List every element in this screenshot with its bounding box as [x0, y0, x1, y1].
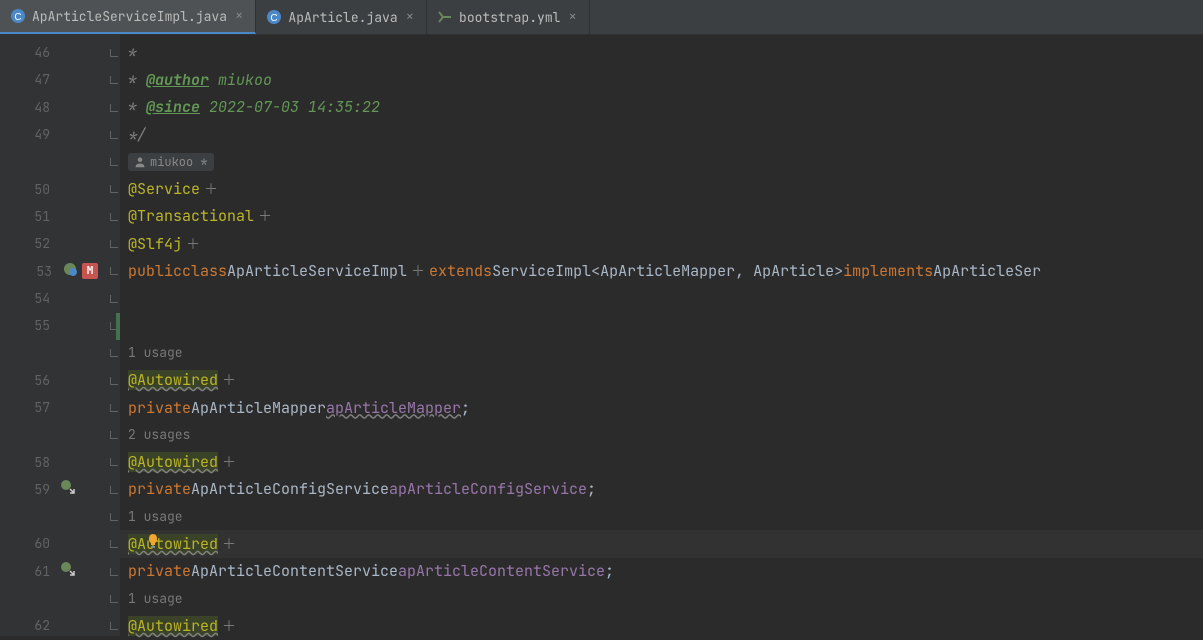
bean-icon[interactable]	[62, 261, 78, 282]
type: ApArticleContentService	[191, 561, 398, 581]
svg-text:C: C	[14, 12, 21, 23]
line-number: 57	[28, 399, 50, 416]
code-text: ;	[587, 479, 596, 499]
usage-hint[interactable]: 1 usage	[128, 344, 183, 361]
annotation: @Autowired	[128, 452, 218, 472]
javadoc-tag: @author	[146, 70, 209, 90]
annotation: @Transactional	[128, 206, 254, 226]
inlay-plus-icon[interactable]: ＋	[218, 452, 240, 472]
code-text: */	[128, 125, 146, 145]
code-text: ;	[461, 398, 470, 418]
line-number: 62	[28, 617, 50, 634]
code-text: *	[128, 43, 137, 63]
inlay-plus-icon[interactable]: ＋	[200, 179, 222, 199]
keyword: extends	[429, 261, 492, 281]
line-number: 60	[28, 535, 50, 552]
code-text: 2022-07-03 14:35:22	[200, 97, 380, 117]
annotation: @Autowired	[128, 534, 218, 554]
line-number: 49	[28, 126, 50, 143]
annotation: @Slf4j	[128, 234, 182, 254]
svg-text:C: C	[271, 13, 278, 24]
line-number: 47	[28, 71, 50, 88]
keyword: private	[128, 561, 191, 581]
java-class-icon: C	[10, 8, 26, 24]
inlay-plus-icon[interactable]: ＋	[218, 534, 240, 554]
inlay-plus-icon[interactable]: ＋	[407, 261, 429, 281]
intention-bulb-icon[interactable]	[145, 533, 161, 554]
editor-area: 46 47 48 49 50 51 52 53 M 54 55 56 57 58…	[0, 35, 1203, 636]
editor-tabs: C ApArticleServiceImpl.java × C ApArticl…	[0, 0, 1203, 35]
java-class-icon: C	[266, 9, 282, 25]
line-number: 55	[28, 317, 50, 334]
inlay-plus-icon[interactable]: ＋	[254, 206, 276, 226]
line-number: 46	[28, 44, 50, 61]
code-text: miukoo	[209, 70, 272, 90]
tab-label: ApArticle.java	[288, 9, 397, 26]
line-number: 61	[28, 563, 50, 580]
line-number: 48	[28, 99, 50, 116]
keyword: private	[128, 479, 191, 499]
author-name: miukoo *	[150, 154, 208, 170]
bean-nav-icon[interactable]	[60, 479, 76, 500]
line-number: 52	[28, 235, 50, 252]
gutter: 46 47 48 49 50 51 52 53 M 54 55 56 57 58…	[0, 35, 108, 636]
annotation: @Autowired	[128, 370, 218, 390]
close-icon[interactable]: ×	[404, 8, 416, 26]
tab-aparticleserviceimpl[interactable]: C ApArticleServiceImpl.java ×	[0, 0, 256, 34]
code-content[interactable]: * * @author miukoo * @since 2022-07-03 1…	[120, 35, 1203, 636]
close-icon[interactable]: ×	[566, 8, 578, 26]
annotation: @Autowired	[128, 616, 218, 636]
vcs-change-marker[interactable]	[116, 313, 120, 340]
line-number: 58	[28, 454, 50, 471]
inlay-plus-icon[interactable]: ＋	[218, 616, 240, 636]
field: apArticleConfigService	[389, 479, 587, 499]
line-number: 50	[28, 181, 50, 198]
code-text: *	[128, 70, 146, 90]
yml-icon	[437, 9, 453, 25]
line-number: 51	[28, 208, 50, 225]
field: apArticleContentService	[398, 561, 605, 581]
usage-hint[interactable]: 1 usage	[128, 508, 183, 525]
type: ApArticleSer	[933, 261, 1041, 281]
modified-marker-icon[interactable]: M	[82, 263, 98, 279]
inlay-plus-icon[interactable]: ＋	[182, 234, 204, 254]
line-number: 53	[30, 263, 52, 280]
keyword: public	[128, 261, 182, 281]
line-number: 56	[28, 372, 50, 389]
inlay-plus-icon[interactable]: ＋	[218, 370, 240, 390]
field: apArticleMapper	[326, 398, 461, 418]
code-text: *	[128, 97, 146, 117]
line-number: 54	[28, 290, 50, 307]
javadoc-tag: @since	[146, 97, 200, 117]
type: ServiceImpl<ApArticleMapper, ApArticle>	[492, 261, 843, 281]
tab-label: ApArticleServiceImpl.java	[32, 8, 227, 25]
code-text: ;	[605, 561, 614, 581]
type: ApArticleMapper	[191, 398, 326, 418]
tab-label: bootstrap.yml	[459, 9, 560, 26]
annotation: @Service	[128, 179, 200, 199]
bean-nav-icon[interactable]	[60, 561, 76, 582]
tab-aparticle[interactable]: C ApArticle.java ×	[256, 0, 427, 34]
keyword: private	[128, 398, 191, 418]
class-name: ApArticleServiceImpl	[227, 261, 407, 281]
line-number: 59	[28, 481, 50, 498]
usage-hint[interactable]: 1 usage	[128, 590, 183, 607]
tab-bootstrap-yml[interactable]: bootstrap.yml ×	[427, 0, 590, 34]
keyword: implements	[843, 261, 933, 281]
author-inlay[interactable]: miukoo *	[128, 153, 214, 171]
type: ApArticleConfigService	[191, 479, 389, 499]
usage-hint[interactable]: 2 usages	[128, 426, 190, 443]
close-icon[interactable]: ×	[233, 7, 245, 25]
keyword: class	[182, 261, 227, 281]
